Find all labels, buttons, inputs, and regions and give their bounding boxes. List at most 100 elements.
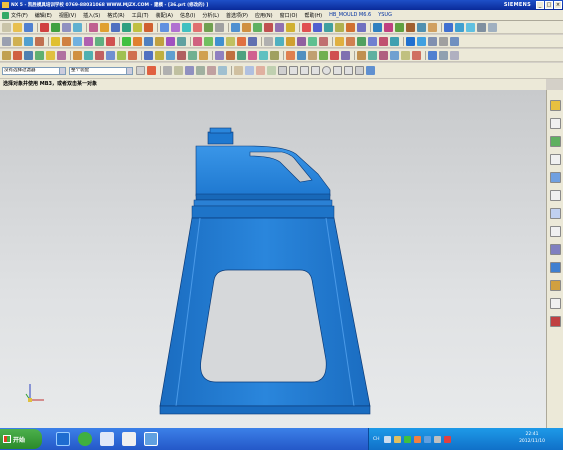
tray-help-icon[interactable] xyxy=(383,435,391,443)
taper-icon[interactable] xyxy=(155,36,164,46)
through-curves-icon[interactable] xyxy=(144,50,153,60)
menu-view[interactable]: 视图(V) xyxy=(59,12,76,19)
delete-face-icon[interactable] xyxy=(286,36,295,46)
moldbase-icon[interactable] xyxy=(335,22,344,32)
instance-icon[interactable] xyxy=(193,36,202,46)
assembly-navigator-icon[interactable] xyxy=(550,100,561,111)
redo-icon[interactable] xyxy=(51,22,60,32)
model-window-opening[interactable] xyxy=(200,269,327,383)
hole-icon[interactable] xyxy=(122,22,131,32)
split-body-icon[interactable] xyxy=(166,36,175,46)
snap-point-icon[interactable] xyxy=(311,66,320,75)
standard-parts-icon[interactable] xyxy=(550,316,561,327)
wireframe-icon[interactable] xyxy=(428,36,437,46)
sew-icon[interactable] xyxy=(286,22,295,32)
snap-curve-icon[interactable] xyxy=(300,66,309,75)
model-band-3[interactable] xyxy=(191,205,335,219)
offset-icon[interactable] xyxy=(264,22,273,32)
sphere-icon[interactable] xyxy=(84,36,93,46)
revolve-icon[interactable] xyxy=(111,22,120,32)
replace-face-icon[interactable] xyxy=(275,36,284,46)
graphics-window[interactable] xyxy=(0,90,546,428)
wrap-icon[interactable] xyxy=(248,36,257,46)
view-top-icon[interactable] xyxy=(455,22,464,32)
edge-blend-icon[interactable] xyxy=(122,36,131,46)
tray-volume-icon[interactable] xyxy=(423,435,431,443)
model-band-2[interactable] xyxy=(193,199,333,207)
runner-icon[interactable] xyxy=(395,22,404,32)
menu-file[interactable]: 文件(F) xyxy=(11,12,28,19)
i-form-icon[interactable] xyxy=(226,50,235,60)
part-navigator-icon[interactable] xyxy=(550,118,561,129)
roles-icon[interactable] xyxy=(550,244,561,255)
extract-icon[interactable] xyxy=(226,36,235,46)
cursor-icon[interactable] xyxy=(163,66,172,75)
thicken-icon[interactable] xyxy=(275,22,284,32)
box-select-icon[interactable] xyxy=(185,66,194,75)
tube-icon[interactable] xyxy=(95,36,104,46)
tray-antivirus-icon[interactable] xyxy=(443,435,451,443)
extend-surface-icon[interactable] xyxy=(237,50,246,60)
view-iso-icon[interactable] xyxy=(466,22,475,32)
section-curve-icon[interactable] xyxy=(106,50,115,60)
section-icon[interactable] xyxy=(357,36,366,46)
enlarge-icon[interactable] xyxy=(297,50,306,60)
palettes-icon[interactable] xyxy=(550,280,561,291)
menu-insert[interactable]: 插入(S) xyxy=(83,12,100,19)
taskbar-app-bird-icon[interactable] xyxy=(56,432,70,446)
shaded-icon[interactable] xyxy=(406,36,415,46)
snap-quadrant-icon[interactable] xyxy=(267,66,276,75)
copy-layer-icon[interactable] xyxy=(379,50,388,60)
history-icon[interactable] xyxy=(550,190,561,201)
bottle-model[interactable] xyxy=(159,127,371,415)
minimize-button[interactable]: _ xyxy=(536,1,544,9)
scale-icon[interactable] xyxy=(237,36,246,46)
blend-icon[interactable] xyxy=(160,22,169,32)
datum-plane-icon[interactable] xyxy=(2,36,11,46)
tray-keyboard-icon[interactable] xyxy=(393,435,401,443)
system-scenes-icon[interactable] xyxy=(550,262,561,273)
snap-diagonal-icon[interactable] xyxy=(344,66,353,75)
menu-tools[interactable]: 工具(T) xyxy=(132,12,149,19)
move-face-icon[interactable] xyxy=(264,36,273,46)
menu-application[interactable]: 应用(N) xyxy=(255,12,273,19)
mould-wizard-icon[interactable] xyxy=(302,22,311,32)
menu-preferences[interactable]: 首选项(P) xyxy=(226,12,248,19)
chain-select-icon[interactable] xyxy=(196,66,205,75)
hide-icon[interactable] xyxy=(390,50,399,60)
mould-library-icon[interactable] xyxy=(550,298,561,309)
bounded-plane-icon[interactable] xyxy=(188,50,197,60)
save-icon[interactable] xyxy=(24,22,33,32)
snap-nearest-icon[interactable] xyxy=(355,66,364,75)
mirror-icon[interactable] xyxy=(215,22,224,32)
intersect-icon[interactable] xyxy=(253,22,262,32)
process-studio-icon[interactable] xyxy=(550,226,561,237)
datum-axis-icon[interactable] xyxy=(13,36,22,46)
cut-icon[interactable] xyxy=(62,22,71,32)
snap-midpoint-icon[interactable] xyxy=(245,66,254,75)
model-cap-top[interactable] xyxy=(209,127,232,134)
cylinder-icon[interactable] xyxy=(62,36,71,46)
general-select-icon[interactable] xyxy=(136,66,145,75)
gate-icon[interactable] xyxy=(384,22,393,32)
tangent-select-icon[interactable] xyxy=(207,66,216,75)
tray-usb-icon[interactable] xyxy=(433,435,441,443)
law-extension-icon[interactable] xyxy=(308,50,317,60)
ruled-icon[interactable] xyxy=(199,50,208,60)
subtract-icon[interactable] xyxy=(242,22,251,32)
app-menu-icon[interactable] xyxy=(2,11,9,19)
menu-window[interactable]: 窗口(O) xyxy=(280,12,298,19)
hd3d-tools-icon[interactable] xyxy=(550,154,561,165)
core-cavity-icon[interactable] xyxy=(324,22,333,32)
start-button[interactable]: 开始 xyxy=(0,429,42,449)
chamfer-icon[interactable] xyxy=(171,22,180,32)
offset-curve-icon[interactable] xyxy=(73,50,82,60)
studio-icon[interactable] xyxy=(450,36,459,46)
hidden-line-icon[interactable] xyxy=(439,36,448,46)
menu-information[interactable]: 信息(I) xyxy=(180,12,195,19)
open-icon[interactable] xyxy=(13,22,22,32)
new-icon[interactable] xyxy=(2,22,11,32)
measure-angle-icon[interactable] xyxy=(346,36,355,46)
offset-face-icon[interactable] xyxy=(297,36,306,46)
sketch-icon[interactable] xyxy=(89,22,98,32)
